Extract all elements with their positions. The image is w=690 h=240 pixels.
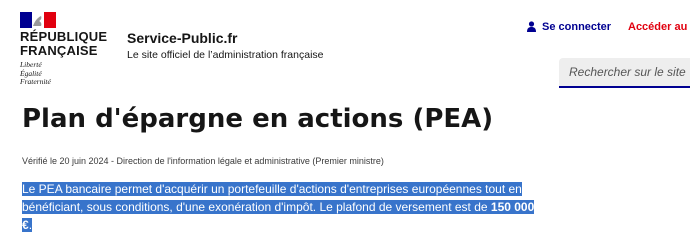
user-icon (527, 21, 536, 32)
connect-link[interactable]: Se connecter (527, 20, 611, 34)
intro-end: . (28, 218, 33, 232)
service-title-block[interactable]: Service-Public.fr Le site officiel de l’… (127, 30, 324, 62)
devise-text: Liberté Égalité Fraternité (20, 60, 51, 86)
intro-text: Le PEA bancaire permet d'acquérir un por… (22, 182, 522, 214)
page-title: Plan d'épargne en actions (PEA) (22, 104, 494, 134)
verified-date: Vérifié le 20 juin 2024 - Direction de l… (22, 156, 384, 166)
connect-label: Se connecter (542, 21, 612, 33)
marianne-logo (20, 12, 56, 28)
service-tagline: Le site officiel de l’administration fra… (127, 49, 324, 61)
service-name[interactable]: Service-Public.fr (127, 30, 324, 46)
intro-highlight: Le PEA bancaire permet d'acquérir un por… (22, 182, 535, 232)
intro-paragraph: Le PEA bancaire permet d'acquérir un por… (22, 180, 542, 234)
access-site-link[interactable]: Accéder au sit (628, 20, 690, 34)
republique-francaise-logo[interactable]: République Française Liberté Égalité Fra… (20, 12, 116, 87)
republique-francaise-text: République Française (20, 29, 108, 58)
search-input[interactable] (559, 58, 690, 88)
